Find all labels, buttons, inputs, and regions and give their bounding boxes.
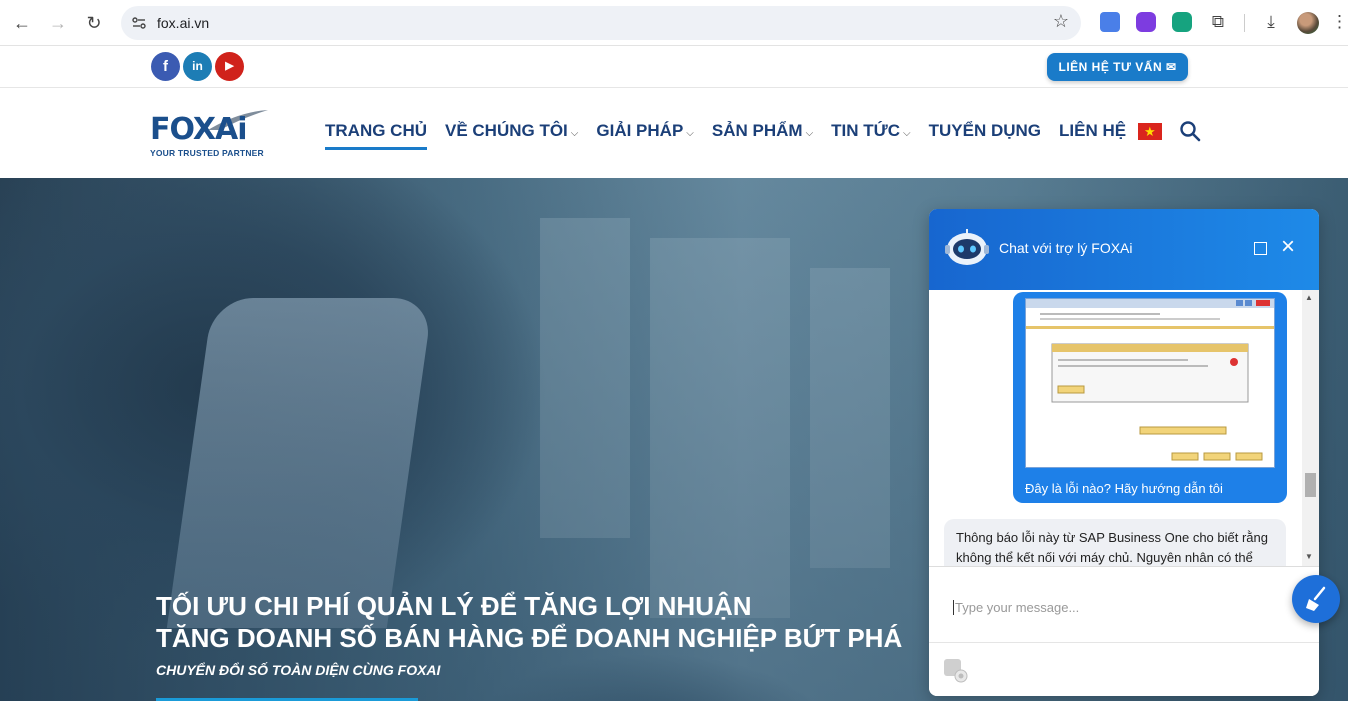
menu-item-about[interactable]: VỀ CHÚNG TÔI ⌵ xyxy=(445,121,578,141)
site-info-icon[interactable] xyxy=(131,15,147,31)
puzzle-icon[interactable]: ⧉ xyxy=(1206,10,1230,34)
site-header: FOXAi YOUR TRUSTED PARTNER TRANG CHỦ VỀ … xyxy=(0,88,1348,178)
attach-image-icon[interactable] xyxy=(943,657,969,683)
menu-item-news[interactable]: TIN TỨC ⌵ xyxy=(831,121,910,141)
youtube-icon[interactable]: ▶ xyxy=(215,52,244,81)
url-text[interactable]: fox.ai.vn xyxy=(157,15,209,31)
bookmark-star-icon[interactable]: ☆ xyxy=(1053,11,1069,32)
menu-item-careers[interactable]: TUYỂN DỤNG xyxy=(929,121,1041,141)
menu-label: TUYỂN DỤNG xyxy=(928,121,1042,140)
maximize-icon[interactable] xyxy=(1254,242,1267,255)
broom-icon xyxy=(1306,586,1326,611)
chatgpt-extension-icon[interactable] xyxy=(1172,12,1192,32)
sap-error-screenshot xyxy=(1026,299,1274,461)
menu-icon[interactable]: ⋮ xyxy=(1331,10,1348,34)
foxai-logo[interactable]: FOXAi YOUR TRUSTED PARTNER xyxy=(150,108,275,160)
menu-item-products[interactable]: SẢN PHẨM ⌵ xyxy=(712,121,813,141)
hero-subtitle: CHUYỂN ĐỔI SỐ TOÀN DIỆN CÙNG FOXAI xyxy=(156,662,441,678)
menu-label: TIN TỨC xyxy=(831,121,901,140)
scroll-down-icon[interactable]: ▼ xyxy=(1305,552,1313,561)
user-message-text: Đây là lỗi nào? Hãy hướng dẫn tôi xyxy=(1025,481,1223,496)
chat-widget: Chat với trợ lý FOXAi × Đây là lỗi nào? … xyxy=(929,209,1319,696)
chat-footer xyxy=(929,642,1319,696)
profile-avatar[interactable] xyxy=(1297,12,1319,34)
chevron-down-icon: ⌵ xyxy=(686,128,694,139)
message-input[interactable]: Type your message... xyxy=(953,600,1079,615)
flag-star-icon: ★ xyxy=(1144,124,1156,139)
menu-item-contact[interactable]: LIÊN HỆ xyxy=(1059,121,1126,141)
linkedin-icon[interactable]: in xyxy=(183,52,212,81)
chevron-down-icon: ⌵ xyxy=(903,128,911,139)
clean-chat-button[interactable] xyxy=(1292,575,1340,623)
search-icon[interactable] xyxy=(1179,120,1201,142)
logo-tagline: YOUR TRUSTED PARTNER xyxy=(150,148,264,158)
back-icon[interactable]: ← xyxy=(10,11,34,35)
menu-label: TRANG CHỦ xyxy=(325,121,427,140)
forward-icon[interactable]: → xyxy=(46,11,70,35)
menu-item-solutions[interactable]: GIẢI PHÁP ⌵ xyxy=(596,121,694,141)
vietnam-flag-icon[interactable]: ★ xyxy=(1138,123,1162,140)
address-bar[interactable]: fox.ai.vn ☆ xyxy=(121,6,1081,40)
menu-label: LIÊN HỆ xyxy=(1059,121,1127,140)
reload-icon[interactable]: ↻ xyxy=(82,11,106,35)
scroll-thumb[interactable] xyxy=(1305,473,1316,497)
menu-label: GIẢI PHÁP xyxy=(596,121,684,140)
contact-consult-button[interactable]: LIÊN HỆ TƯ VẤN ✉ xyxy=(1047,53,1188,81)
menu-label: SẢN PHẨM xyxy=(711,121,803,140)
hero-title-line1: TỐI ƯU CHI PHÍ QUẢN LÝ ĐỂ TĂNG LỢI NHUẬN xyxy=(156,591,752,621)
scroll-up-icon[interactable]: ▲ xyxy=(1305,293,1313,302)
facebook-icon[interactable]: f xyxy=(151,52,180,81)
main-menu: TRANG CHỦ VỀ CHÚNG TÔI ⌵ GIẢI PHÁP ⌵ SẢN P… xyxy=(325,121,1144,150)
menu-item-home[interactable]: TRANG CHỦ xyxy=(325,121,427,150)
browser-toolbar: ← → ↻ fox.ai.vn ☆ ⧉ ⤓ ⋮ xyxy=(0,0,1348,46)
close-icon[interactable]: × xyxy=(1278,235,1298,259)
toolbar-divider xyxy=(1244,14,1245,32)
hero-title-line2: TĂNG DOANH SỐ BÁN HÀNG ĐỂ DOANH NGHIỆP B… xyxy=(156,623,903,653)
chat-title: Chat với trợ lý FOXAi xyxy=(999,240,1133,256)
download-icon[interactable]: ⤓ xyxy=(1259,10,1283,34)
extension-icon[interactable] xyxy=(1136,12,1156,32)
top-bar: f in ▶ LIÊN HỆ TƯ VẤN ✉ xyxy=(0,46,1348,88)
robot-icon xyxy=(945,229,989,265)
logo-wordmark: FOXAi xyxy=(150,112,248,147)
chevron-down-icon: ⌵ xyxy=(805,128,814,139)
user-message-bubble: Đây là lỗi nào? Hãy hướng dẫn tôi xyxy=(1013,292,1287,503)
chevron-down-icon: ⌵ xyxy=(570,128,579,139)
bot-message-bubble: Thông báo lỗi này từ SAP Business One ch… xyxy=(944,519,1286,566)
chat-scrollbar[interactable]: ▲ ▼ xyxy=(1302,290,1319,566)
translate-icon[interactable] xyxy=(1100,12,1120,32)
attached-screenshot[interactable] xyxy=(1025,298,1275,468)
message-input-area[interactable]: Type your message... xyxy=(929,566,1319,642)
menu-label: VỀ CHÚNG TÔI xyxy=(445,121,568,140)
chat-messages[interactable]: Đây là lỗi nào? Hãy hướng dẫn tôi Thông … xyxy=(929,290,1319,566)
chat-header: Chat với trợ lý FOXAi × xyxy=(929,209,1319,290)
hero-title: TỐI ƯU CHI PHÍ QUẢN LÝ ĐỂ TĂNG LỢI NHUẬN… xyxy=(156,590,902,654)
